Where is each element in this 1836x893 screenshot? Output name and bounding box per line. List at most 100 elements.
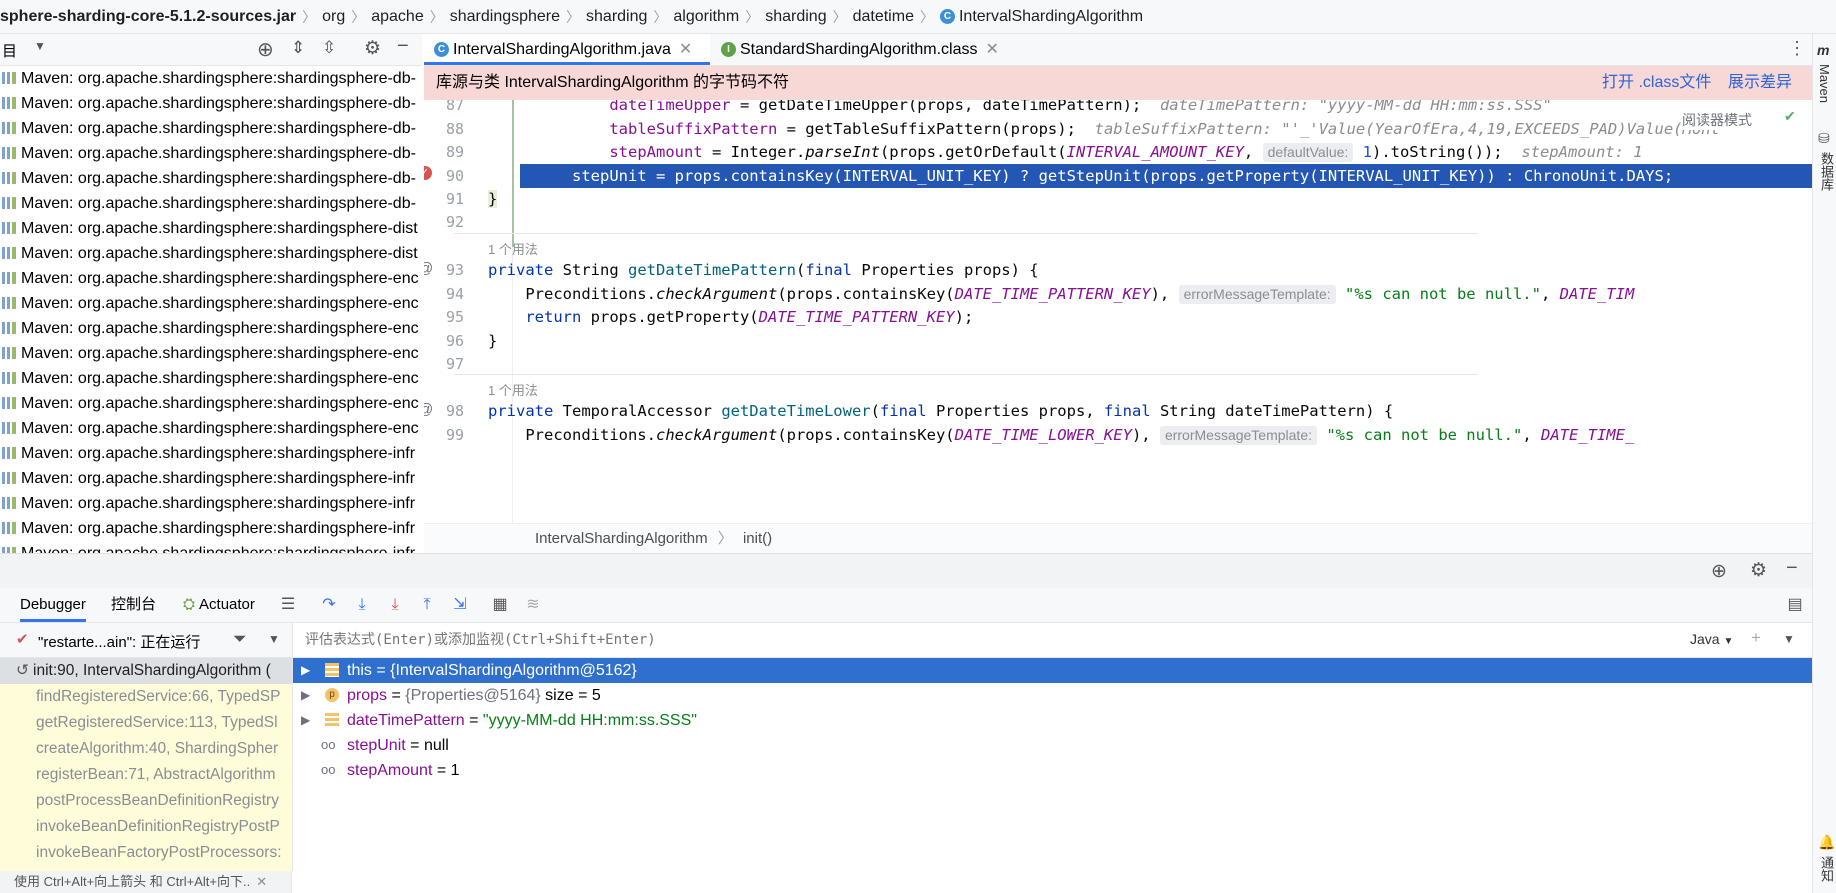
menu-icon[interactable]: ☰ (279, 596, 297, 614)
database-tool-button[interactable]: 数据库 (1817, 152, 1836, 191)
tree-item-label: Maven: org.apache.shardingsphere:shardin… (21, 370, 419, 387)
force-step-into-icon[interactable]: ⤓ (386, 596, 404, 614)
breadcrumb-sharding[interactable]: sharding (580, 8, 653, 26)
chevron-down-icon[interactable]: ▼ (1783, 632, 1795, 646)
frame-item[interactable]: registerBean:71, AbstractAlgorithm (0, 762, 292, 788)
gear-icon[interactable]: ⚙ (1750, 559, 1767, 582)
more-options-icon[interactable]: ⋮ (1788, 38, 1806, 59)
tree-item[interactable]: Maven: org.apache.shardingsphere:shardin… (0, 466, 422, 491)
expand-icon[interactable]: ▶ (301, 683, 310, 708)
variable-row-this[interactable]: ▶ this = {IntervalShardingAlgorithm@5162… (293, 658, 1812, 683)
locate-icon[interactable]: ⊕ (257, 37, 274, 62)
code-editor[interactable]: 87 dateTimeUpper = getDateTimeUpper(prop… (424, 100, 1812, 523)
breadcrumb-datetime[interactable]: datetime (847, 8, 920, 26)
add-watch-icon[interactable]: + (1751, 628, 1761, 648)
layout-icon[interactable]: ▤ (1786, 596, 1804, 614)
library-icon (2, 172, 16, 184)
tree-item[interactable]: Maven: org.apache.shardingsphere:shardin… (0, 391, 422, 416)
tree-item[interactable]: Maven: org.apache.shardingsphere:shardin… (0, 191, 422, 216)
tree-item[interactable]: Maven: org.apache.shardingsphere:shardin… (0, 516, 422, 541)
tree-item[interactable]: Maven: org.apache.shardingsphere:shardin… (0, 491, 422, 516)
evaluate-expression-icon[interactable]: ▦ (491, 596, 509, 614)
tree-item[interactable]: Maven: org.apache.shardingsphere:shardin… (0, 66, 422, 91)
expand-all-icon[interactable]: ⇕ (291, 38, 305, 58)
override-marker-icon[interactable]: @ (424, 260, 433, 277)
variable-row-datetimepattern[interactable]: ▶ dateTimePattern = "yyyy-MM-dd HH:mm:ss… (293, 708, 1812, 733)
frame-item[interactable]: invokeBeanDefinitionRegistryPostP (0, 814, 292, 840)
variable-row-stepamount[interactable]: oo stepAmount = 1 (293, 758, 1812, 783)
tab-console[interactable]: 控制台 (111, 588, 156, 622)
keyword: private (488, 402, 554, 420)
minimize-icon[interactable]: − (1786, 557, 1798, 580)
variable-row-stepunit[interactable]: oo stepUnit = null (293, 733, 1812, 758)
check-icon: ✔ (16, 631, 29, 648)
close-icon[interactable]: ✕ (679, 41, 692, 58)
run-to-cursor-icon[interactable]: ⇲ (451, 596, 469, 614)
crumb-method[interactable]: init() (743, 530, 772, 547)
thread-selector[interactable]: ✔ "restarte...ain": 正在运行 ⏷ ▼ (0, 623, 293, 658)
variable-row-props[interactable]: ▶ p props = {Properties@5164} size = 5 (293, 683, 1812, 708)
show-diff-link[interactable]: 展示差异 (1728, 66, 1792, 100)
step-out-icon[interactable]: ⤒ (418, 596, 436, 614)
tree-item[interactable]: Maven: org.apache.shardingsphere:shardin… (0, 266, 422, 291)
tree-item[interactable]: Maven: org.apache.shardingsphere:shardin… (0, 91, 422, 116)
breadcrumb-jar[interactable]: sphere-sharding-core-5.1.2-sources.jar (0, 8, 302, 26)
tab-debugger[interactable]: Debugger (20, 588, 86, 622)
tree-item[interactable]: Maven: org.apache.shardingsphere:shardin… (0, 241, 422, 266)
code-text: , (1243, 143, 1263, 161)
tree-item[interactable]: Maven: org.apache.shardingsphere:shardin… (0, 366, 422, 391)
crumb-class[interactable]: IntervalShardingAlgorithm (535, 530, 708, 547)
minimize-icon[interactable]: − (397, 35, 409, 58)
gear-icon[interactable]: ⚙ (364, 37, 381, 60)
chevron-down-icon[interactable]: ▼ (34, 39, 46, 53)
frame-item[interactable]: getRegisteredService:113, TypedSl (0, 710, 292, 736)
tree-item[interactable]: Maven: org.apache.shardingsphere:shardin… (0, 141, 422, 166)
reader-mode-toggle[interactable]: 阅读器模式 (1682, 110, 1752, 130)
maven-tool-button[interactable]: Maven (1817, 64, 1832, 103)
close-icon[interactable]: ✕ (256, 874, 267, 889)
expand-icon[interactable]: ▶ (301, 658, 310, 683)
breadcrumb-class[interactable]: C IntervalShardingAlgorithm (934, 8, 1149, 26)
collapse-all-icon[interactable]: ⇳ (322, 38, 336, 58)
usages-hint[interactable]: 1 个用法 (488, 239, 538, 258)
field-ref: stepAmount (609, 143, 703, 161)
frame-item-current[interactable]: ↺ init:90, IntervalShardingAlgorithm ( (0, 658, 292, 684)
breadcrumb-apache[interactable]: apache (365, 8, 430, 26)
tree-item[interactable]: Maven: org.apache.shardingsphere:shardin… (0, 541, 422, 553)
tree-item[interactable]: Maven: org.apache.shardingsphere:shardin… (0, 216, 422, 241)
tab-actuator[interactable]: ⛭ Actuator (183, 588, 255, 622)
locate-icon[interactable]: ⊕ (1711, 560, 1727, 583)
filter-icon[interactable]: ⏷ (233, 629, 247, 649)
project-panel-title: 目 (2, 43, 18, 60)
frame-item[interactable]: invokeBeanFactoryPostProcessors: (0, 840, 292, 866)
language-selector[interactable]: Java ▼ (1690, 631, 1733, 647)
inspection-ok-icon[interactable]: ✔ (1784, 108, 1796, 125)
tree-item[interactable]: Maven: org.apache.shardingsphere:shardin… (0, 441, 422, 466)
tree-item[interactable]: Maven: org.apache.shardingsphere:shardin… (0, 116, 422, 141)
evaluate-expression-input[interactable] (303, 629, 1407, 651)
frame-item[interactable]: findRegisteredService:66, TypedSP (0, 684, 292, 710)
breadcrumb-algorithm[interactable]: algorithm (667, 8, 745, 26)
frame-item[interactable]: postProcessBeanDefinitionRegistry (0, 788, 292, 814)
notifications-tool-button[interactable]: 通知 (1817, 856, 1836, 882)
tree-item[interactable]: Maven: org.apache.shardingsphere:shardin… (0, 166, 422, 191)
tree-item[interactable]: Maven: org.apache.shardingsphere:shardin… (0, 341, 422, 366)
step-into-icon[interactable]: ⤓ (353, 596, 371, 614)
trace-icon[interactable]: ≋ (524, 596, 542, 614)
override-marker-icon[interactable]: @ (424, 401, 433, 418)
tab-interval-sharding-algorithm[interactable]: C IntervalShardingAlgorithm.java ✕ (424, 34, 710, 65)
breadcrumb-shardingsphere[interactable]: shardingsphere (444, 8, 566, 26)
close-icon[interactable]: ✕ (985, 41, 998, 58)
tree-item[interactable]: Maven: org.apache.shardingsphere:shardin… (0, 416, 422, 441)
usages-hint[interactable]: 1 个用法 (488, 380, 538, 399)
tree-item[interactable]: Maven: org.apache.shardingsphere:shardin… (0, 291, 422, 316)
frame-item[interactable]: createAlgorithm:40, ShardingSpher (0, 736, 292, 762)
open-class-file-link[interactable]: 打开 .class文件 (1602, 66, 1711, 100)
step-over-icon[interactable]: ↷ (320, 596, 338, 614)
chevron-down-icon[interactable]: ▼ (268, 632, 280, 646)
tab-standard-sharding-algorithm[interactable]: I StandardShardingAlgorithm.class ✕ (711, 34, 1011, 65)
expand-icon[interactable]: ▶ (301, 708, 310, 733)
breadcrumb-org[interactable]: org (316, 8, 351, 26)
breadcrumb-sharding-2[interactable]: sharding (759, 8, 832, 26)
tree-item[interactable]: Maven: org.apache.shardingsphere:shardin… (0, 316, 422, 341)
